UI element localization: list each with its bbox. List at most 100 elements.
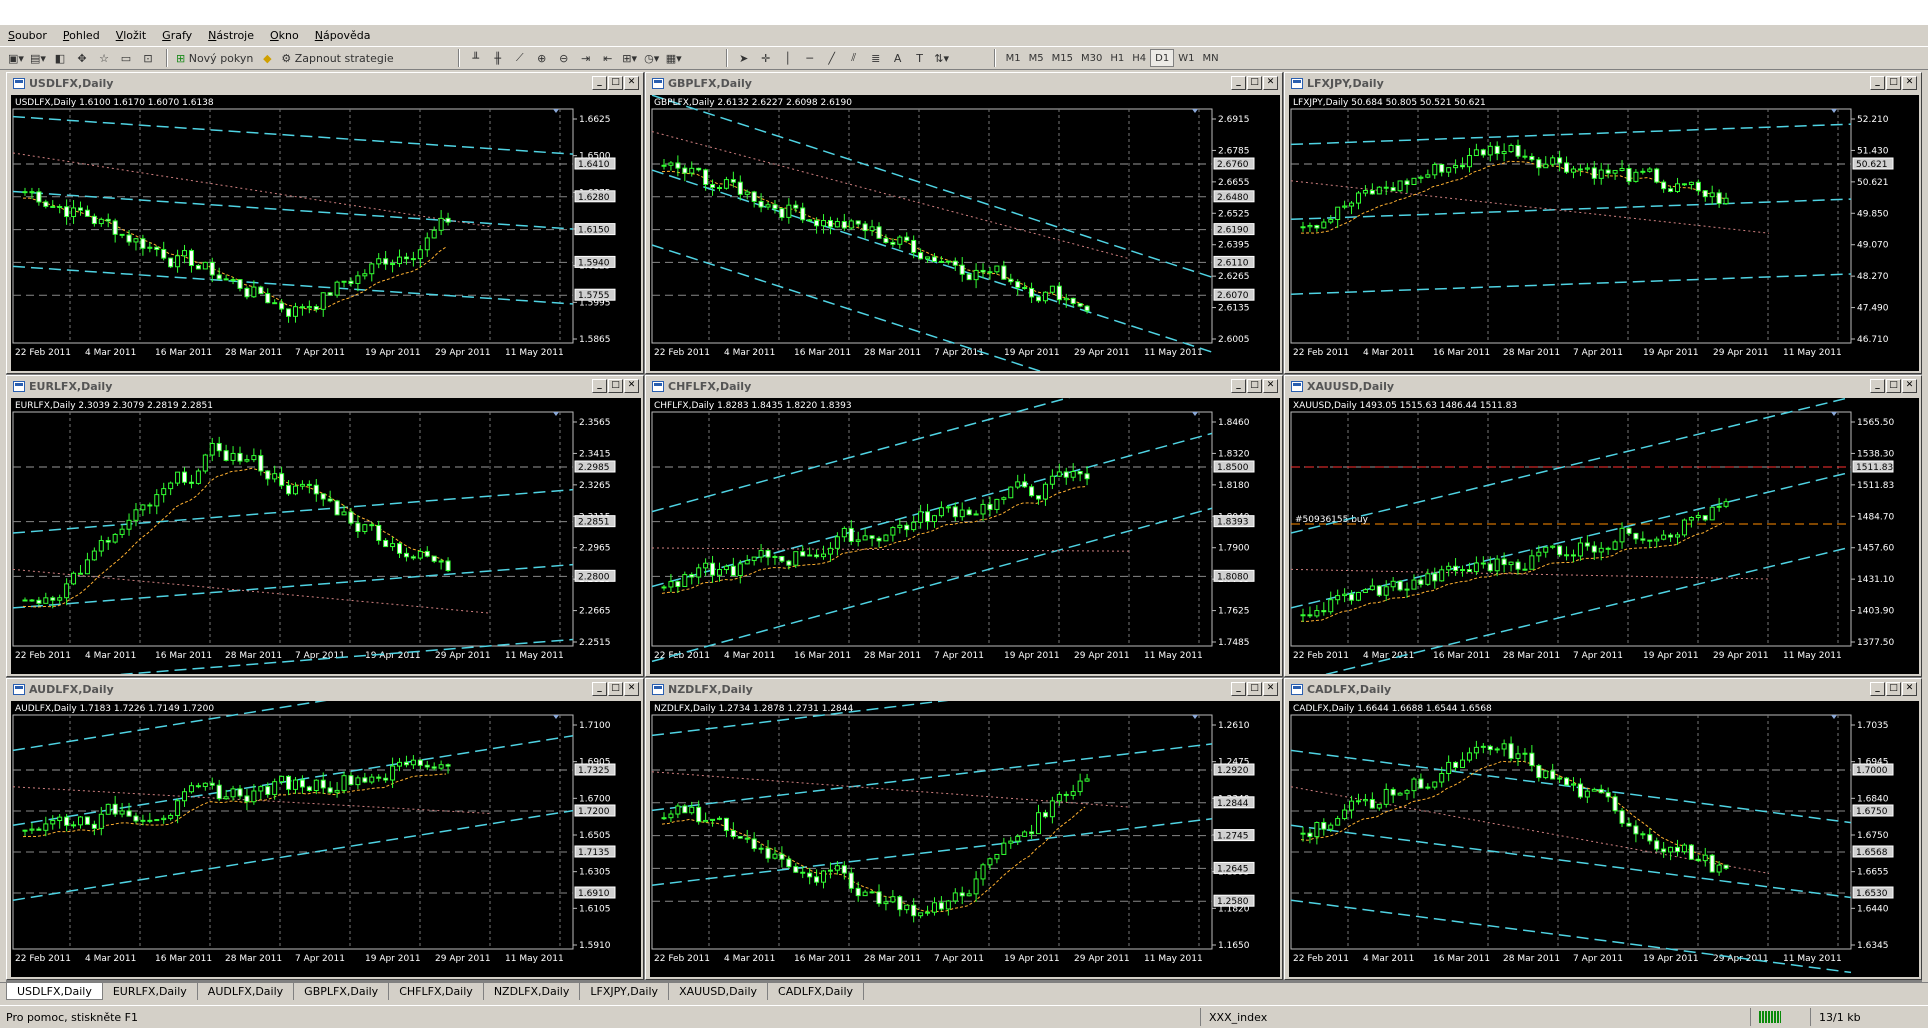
chart-canvas[interactable]: 22 Feb 2011 4 Mar 2011 16 Mar 2011 28 Mar 2… (1289, 95, 1919, 371)
label-icon[interactable]: T (910, 48, 930, 68)
maximize-button[interactable]: □ (1886, 76, 1901, 90)
maximize-button[interactable]: □ (608, 379, 623, 393)
periods-icon[interactable]: ◷▾ (642, 48, 662, 68)
timeframe-mn[interactable]: MN (1198, 49, 1222, 67)
chart-title-bar[interactable]: CHFLFX,Daily _ □ ✕ (648, 378, 1280, 395)
minimize-button[interactable]: _ (1231, 76, 1246, 90)
minimize-button[interactable]: _ (592, 682, 607, 696)
menu-okno[interactable]: Okno (270, 29, 299, 42)
maximize-button[interactable]: □ (608, 682, 623, 696)
tester-icon[interactable]: ⊡ (138, 48, 158, 68)
close-button[interactable]: ✕ (1902, 76, 1917, 90)
tab-xauusd[interactable]: XAUUSD,Daily (669, 983, 769, 1000)
chart-window[interactable]: CADLFX,Daily _ □ ✕ 22 Feb 2011 4 Mar 2011… (1284, 678, 1922, 980)
chart-title-bar[interactable]: CADLFX,Daily _ □ ✕ (1287, 681, 1919, 698)
timeframe-m30[interactable]: M30 (1077, 49, 1106, 67)
vertical-line-icon[interactable]: │ (778, 48, 798, 68)
chart-window[interactable]: LFXJPY,Daily _ □ ✕ 22 Feb 2011 4 Mar 2011… (1284, 72, 1922, 374)
trendline-icon[interactable]: ╱ (822, 48, 842, 68)
minimize-button[interactable]: _ (1231, 682, 1246, 696)
close-button[interactable]: ✕ (1263, 76, 1278, 90)
chart-title-bar[interactable]: USDLFX,Daily _ □ ✕ (9, 75, 641, 92)
chart-window[interactable]: AUDLFX,Daily _ □ ✕ 22 Feb 2011 4 Mar 2011… (6, 678, 644, 980)
navigator-icon[interactable]: ☆ (94, 48, 114, 68)
timeframe-h1[interactable]: H1 (1106, 49, 1128, 67)
chart-window[interactable]: CHFLFX,Daily _ □ ✕ 22 Feb 2011 4 Mar 2011… (645, 375, 1283, 677)
maximize-button[interactable]: □ (1886, 682, 1901, 696)
templates-icon[interactable]: ▦▾ (664, 48, 684, 68)
maximize-button[interactable]: □ (1886, 379, 1901, 393)
market-watch-icon[interactable]: ◧ (50, 48, 70, 68)
timeframe-w1[interactable]: W1 (1174, 49, 1198, 67)
candle-chart-icon[interactable]: ╫ (488, 48, 508, 68)
fibo-icon[interactable]: ≣ (866, 48, 886, 68)
minimize-button[interactable]: _ (1870, 76, 1885, 90)
chart-canvas[interactable]: 22 Feb 2011 4 Mar 2011 16 Mar 2011 28 Mar 2… (650, 95, 1280, 371)
tab-chflfx[interactable]: CHFLFX,Daily (389, 983, 484, 1000)
tab-gbplfx[interactable]: GBPLFX,Daily (294, 983, 390, 1000)
zoom-in-icon[interactable]: ⊕ (532, 48, 552, 68)
menu-grafy[interactable]: Grafy (162, 29, 192, 42)
metaeditor-icon[interactable]: ◆ (257, 48, 277, 68)
tab-lfxjpy[interactable]: LFXJPY,Daily (580, 983, 670, 1000)
timeframe-d1[interactable]: D1 (1150, 49, 1175, 67)
crosshair-icon[interactable]: ✛ (756, 48, 776, 68)
close-button[interactable]: ✕ (624, 682, 639, 696)
close-button[interactable]: ✕ (1902, 379, 1917, 393)
new-order-button[interactable]: ⊞ Nový pokyn (174, 48, 255, 68)
menu-nastroje[interactable]: Nástroje (208, 29, 254, 42)
chart-shift-icon[interactable]: ⇤ (598, 48, 618, 68)
close-button[interactable]: ✕ (624, 76, 639, 90)
minimize-button[interactable]: _ (592, 76, 607, 90)
timeframe-h4[interactable]: H4 (1128, 49, 1150, 67)
maximize-button[interactable]: □ (1247, 379, 1262, 393)
horizontal-line-icon[interactable]: ─ (800, 48, 820, 68)
zoom-out-icon[interactable]: ⊖ (554, 48, 574, 68)
terminal-icon[interactable]: ▭ (116, 48, 136, 68)
chart-title-bar[interactable]: EURLFX,Daily _ □ ✕ (9, 378, 641, 395)
profiles-icon[interactable]: ▤▾ (28, 48, 48, 68)
close-button[interactable]: ✕ (624, 379, 639, 393)
chart-window[interactable]: USDLFX,Daily _ □ ✕ 22 Feb 2011 4 Mar 2011… (6, 72, 644, 374)
tab-nzdlfx[interactable]: NZDLFX,Daily (484, 983, 581, 1000)
strategies-button[interactable]: ⚙ Zapnout strategie (279, 48, 395, 68)
close-button[interactable]: ✕ (1263, 682, 1278, 696)
menu-pohled[interactable]: Pohled (63, 29, 100, 42)
autoscroll-icon[interactable]: ⇥ (576, 48, 596, 68)
new-chart-icon[interactable]: ▣▾ (6, 48, 26, 68)
chart-canvas[interactable]: 22 Feb 2011 4 Mar 2011 16 Mar 2011 28 Mar 2… (11, 398, 641, 674)
indicators-icon[interactable]: ⊞▾ (620, 48, 640, 68)
text-icon[interactable]: A (888, 48, 908, 68)
data-window-icon[interactable]: ✥ (72, 48, 92, 68)
channel-icon[interactable]: ⫽ (844, 48, 864, 68)
chart-window[interactable]: EURLFX,Daily _ □ ✕ 22 Feb 2011 4 Mar 2011… (6, 375, 644, 677)
arrows-icon[interactable]: ⇅▾ (932, 48, 952, 68)
tab-eurlfx[interactable]: EURLFX,Daily (103, 983, 198, 1000)
chart-title-bar[interactable]: AUDLFX,Daily _ □ ✕ (9, 681, 641, 698)
maximize-button[interactable]: □ (1247, 682, 1262, 696)
minimize-button[interactable]: _ (592, 379, 607, 393)
timeframe-m15[interactable]: M15 (1048, 49, 1077, 67)
tab-usdlfx[interactable]: USDLFX,Daily (6, 983, 103, 1000)
line-chart-icon[interactable]: ⟋ (510, 48, 530, 68)
timeframe-m1[interactable]: M1 (1002, 49, 1025, 67)
minimize-button[interactable]: _ (1231, 379, 1246, 393)
menu-napoveda[interactable]: Nápověda (315, 29, 371, 42)
chart-canvas[interactable]: 22 Feb 2011 4 Mar 2011 16 Mar 2011 28 Mar 2… (11, 701, 641, 977)
menu-soubor[interactable]: Soubor (8, 29, 47, 42)
chart-canvas[interactable]: 22 Feb 2011 4 Mar 2011 16 Mar 2011 28 Mar 2… (1289, 398, 1919, 674)
close-button[interactable]: ✕ (1263, 379, 1278, 393)
chart-title-bar[interactable]: GBPLFX,Daily _ □ ✕ (648, 75, 1280, 92)
chart-window[interactable]: XAUUSD,Daily _ □ ✕ 22 Feb 2011 4 Mar 2011… (1284, 375, 1922, 677)
chart-canvas[interactable]: 22 Feb 2011 4 Mar 2011 16 Mar 2011 28 Mar 2… (11, 95, 641, 371)
maximize-button[interactable]: □ (608, 76, 623, 90)
chart-title-bar[interactable]: NZDLFX,Daily _ □ ✕ (648, 681, 1280, 698)
chart-window[interactable]: NZDLFX,Daily _ □ ✕ 22 Feb 2011 4 Mar 2011… (645, 678, 1283, 980)
minimize-button[interactable]: _ (1870, 682, 1885, 696)
timeframe-m5[interactable]: M5 (1025, 49, 1048, 67)
bar-chart-icon[interactable]: ╨ (466, 48, 486, 68)
chart-canvas[interactable]: 22 Feb 2011 4 Mar 2011 16 Mar 2011 28 Mar 2… (650, 398, 1280, 674)
tab-cadlfx[interactable]: CADLFX,Daily (768, 983, 865, 1000)
close-button[interactable]: ✕ (1902, 682, 1917, 696)
minimize-button[interactable]: _ (1870, 379, 1885, 393)
